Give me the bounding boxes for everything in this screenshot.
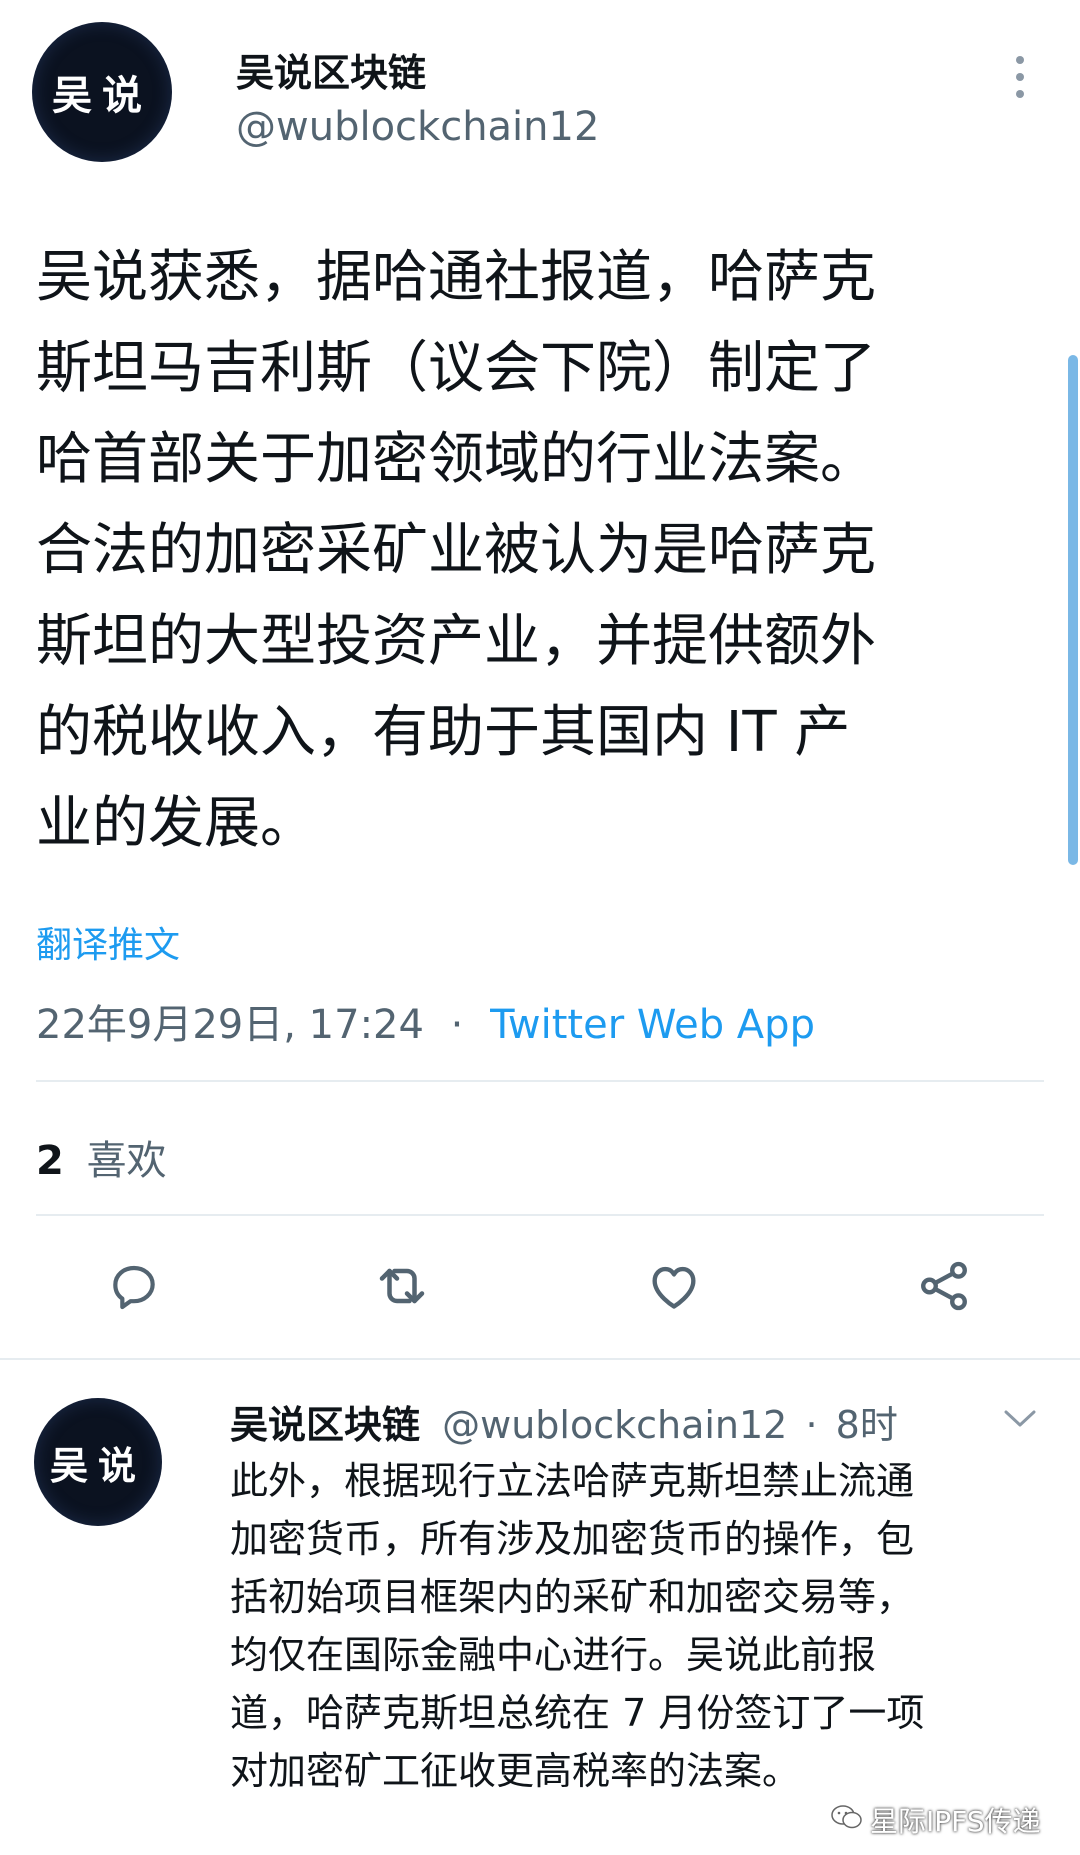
watermark-text: 星际IPFS传递 [870, 1805, 1041, 1838]
likes-stat[interactable]: 2 喜欢 [36, 1128, 167, 1186]
reply-line: 对加密矿工征收更高税率的法案。 [230, 1749, 801, 1793]
tweet-body: 吴说获悉，据哈通社报道，哈萨克 斯坦马吉利斯（议会下院）制定了 哈首部关于加密领… [36, 232, 1036, 869]
meta-separator: · [450, 1002, 464, 1048]
like-icon[interactable] [644, 1256, 704, 1316]
tweet-line: 斯坦的大型投资产业，并提供额外 [36, 609, 876, 674]
tweet-meta: 22年9月29日, 17:24 · Twitter Web App [36, 992, 815, 1050]
retweet-icon[interactable] [372, 1256, 432, 1316]
reply-line: 道，哈萨克斯坦总统在 7 月份签订了一项 [230, 1691, 925, 1735]
divider [36, 1214, 1044, 1216]
reply-line: 加密货币，所有涉及加密货币的操作，包 [230, 1517, 915, 1561]
reply-time[interactable]: 8时 [836, 1403, 898, 1447]
tweet-timestamp[interactable]: 22年9月29日, 17:24 [36, 1002, 424, 1048]
tweet-line: 的税收收入，有助于其国内 IT 产 [36, 700, 851, 765]
reply-body: 此外，根据现行立法哈萨克斯坦禁止流通 加密货币，所有涉及加密货币的操作，包 括初… [230, 1452, 1060, 1800]
reply-icon[interactable] [104, 1256, 164, 1316]
avatar-text: 吴说 [52, 73, 152, 119]
reply-line: 括初始项目框架内的采矿和加密交易等， [230, 1575, 915, 1619]
reply-header: 吴说区块链 @wublockchain12 · 8时 [230, 1394, 898, 1449]
reply-separator: · [805, 1403, 818, 1447]
section-separator [0, 1358, 1080, 1360]
author-handle[interactable]: @wublockchain12 [236, 104, 599, 150]
tweet-line: 斯坦马吉利斯（议会下院）制定了 [36, 336, 876, 401]
reply-line: 此外，根据现行立法哈萨克斯坦禁止流通 [230, 1459, 915, 1503]
author-name[interactable]: 吴说区块链 [236, 42, 426, 97]
reply-line: 均仅在国际金融中心进行。吴说此前报 [230, 1633, 877, 1677]
avatar-text: 吴说 [49, 1443, 146, 1488]
likes-label: 喜欢 [86, 1138, 167, 1184]
likes-count: 2 [36, 1138, 64, 1184]
reply-author-avatar[interactable]: 吴说 [34, 1398, 162, 1526]
reply-author-name[interactable]: 吴说区块链 [230, 1403, 420, 1447]
tweet-line: 哈首部关于加密领域的行业法案。 [36, 427, 876, 492]
tweet-line: 业的发展。 [36, 791, 316, 856]
tweet-line: 合法的加密采矿业被认为是哈萨克 [36, 518, 876, 583]
divider [36, 1080, 1044, 1082]
reply-author-handle[interactable]: @wublockchain12 [442, 1403, 787, 1447]
more-options-icon[interactable] [1008, 52, 1032, 102]
author-avatar[interactable]: 吴说 [32, 22, 172, 162]
wechat-icon [830, 1803, 864, 1838]
scrollbar[interactable] [1068, 355, 1078, 865]
watermark: 星际IPFS传递 [830, 1800, 1041, 1840]
share-icon[interactable] [914, 1256, 974, 1316]
tweet-source-link[interactable]: Twitter Web App [490, 1002, 815, 1048]
tweet-line: 吴说获悉，据哈通社报道，哈萨克 [36, 245, 876, 310]
chevron-down-icon[interactable] [1000, 1404, 1040, 1434]
translate-tweet-link[interactable]: 翻译推文 [36, 916, 180, 968]
